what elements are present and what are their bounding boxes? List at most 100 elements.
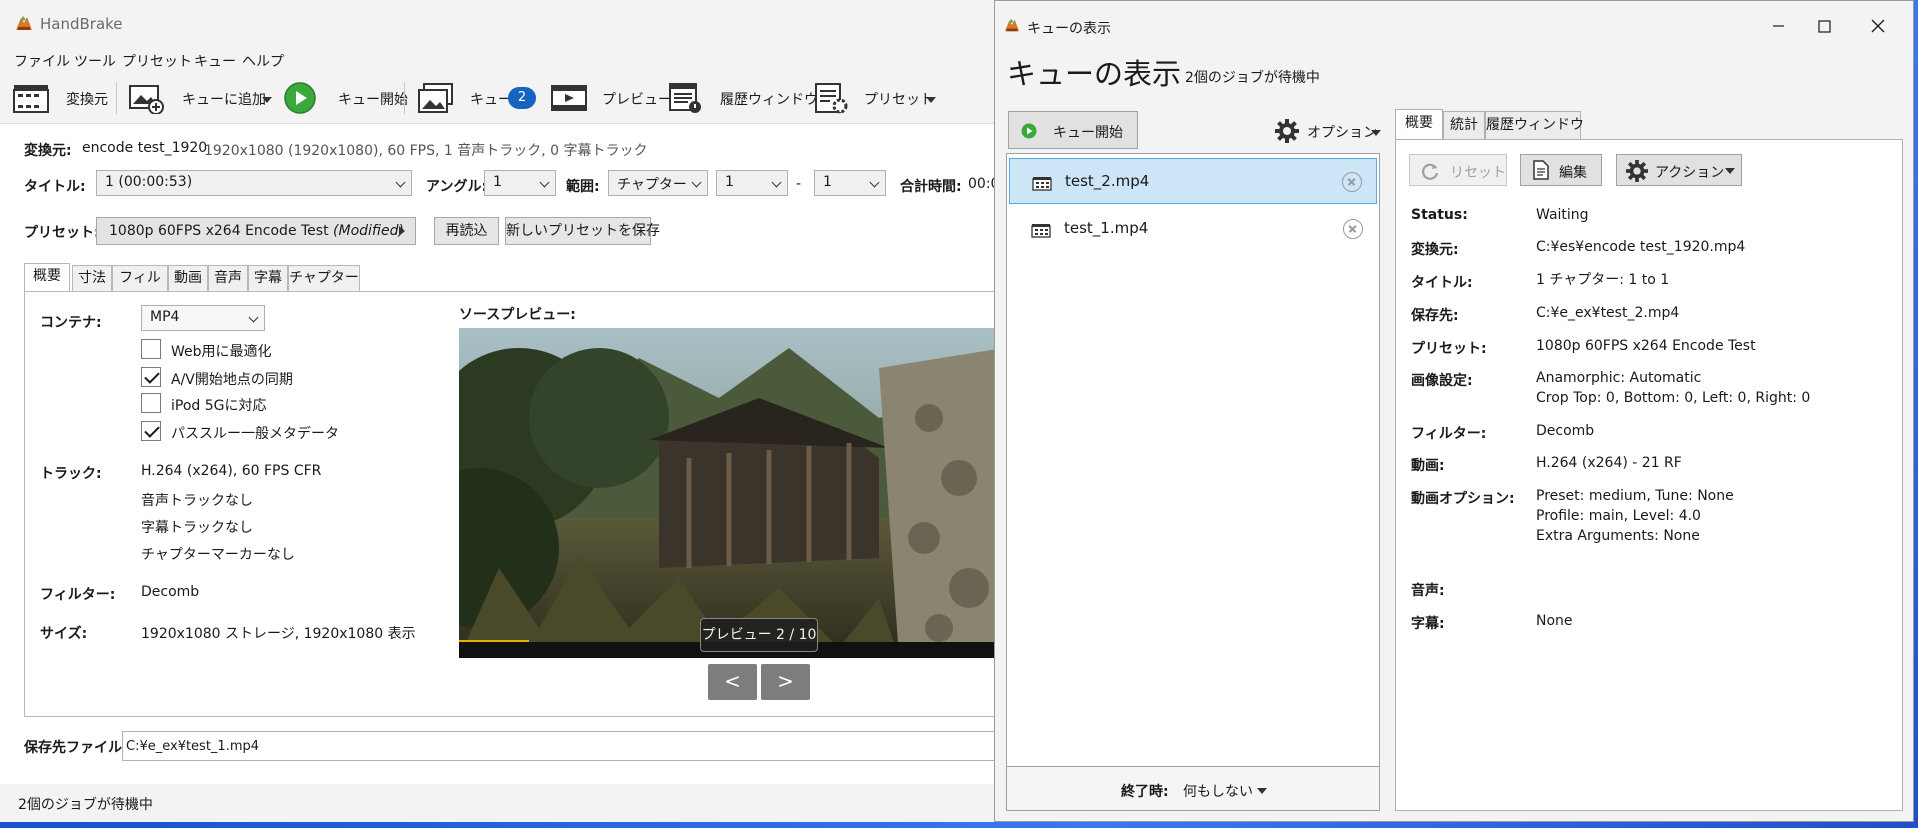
web-optimize-checkbox[interactable] — [141, 339, 161, 359]
when-done-select[interactable]: 何もしない — [1183, 777, 1273, 803]
maximize-icon[interactable] — [1801, 11, 1847, 41]
queue-start-label: キュー開始 — [1053, 125, 1123, 141]
detail-source-label: 変換元: — [1411, 242, 1459, 258]
destination-input[interactable]: C:¥e_ex¥test_1.mp4 — [122, 731, 999, 761]
preview-prev-button[interactable]: < — [708, 664, 757, 700]
range-field-label: 範囲: — [566, 179, 600, 195]
tab-queue-statistics[interactable]: 統計 — [1443, 111, 1485, 139]
queue-window: キューの表示 キューの表示 2個のジョブが待機中 キュー開始 オプション tes… — [994, 0, 1914, 822]
ipod-5g-checkbox[interactable] — [141, 393, 161, 413]
filters-field-label: フィルター: — [40, 587, 116, 603]
tab-video[interactable]: 動画 — [168, 265, 208, 291]
chevron-down-icon — [926, 97, 936, 103]
chevron-down-icon — [1371, 130, 1381, 136]
queue-job-details: リセット 編集 アクション Status: Waiting 変換元: C:¥es… — [1395, 139, 1903, 811]
history-log-icon — [669, 83, 701, 113]
chevron-down-icon — [691, 177, 702, 188]
range-dash: - — [796, 176, 802, 192]
queue-start-button[interactable]: キュー開始 — [1008, 111, 1138, 149]
document-icon — [1533, 160, 1549, 180]
menu-file[interactable]: ファイル — [14, 51, 70, 71]
menu-tools[interactable]: ツール — [74, 51, 116, 71]
preset-menu-label: プリセット — [864, 92, 934, 108]
tab-chapters[interactable]: チャプター — [288, 265, 360, 291]
main-menubar: ファイル ツール プリセット キュー ヘルプ — [0, 46, 999, 72]
tab-dimensions[interactable]: 寸法 — [72, 265, 112, 291]
edit-job-button[interactable]: 編集 — [1520, 154, 1602, 186]
remove-job-icon[interactable] — [1343, 219, 1363, 239]
angle-select[interactable]: 1 — [484, 170, 556, 196]
gear-icon — [1626, 160, 1648, 182]
range-start-select[interactable]: 1 — [716, 170, 788, 196]
tab-filters[interactable]: フィルタ — [112, 265, 168, 310]
play-icon — [284, 82, 316, 114]
menu-queue[interactable]: キュー — [194, 51, 236, 71]
av-sync-checkbox[interactable] — [141, 367, 161, 387]
queue-subheading: 2個のジョブが待機中 — [1185, 70, 1320, 86]
title-select-value: 1 (00:00:53) — [105, 174, 193, 190]
size-value: 1920x1080 ストレージ, 1920x1080 表示 — [141, 626, 416, 642]
main-statusbar: 2個のジョブが待機中 — [0, 784, 999, 822]
film-clapper-icon — [13, 85, 49, 113]
reset-job-label: リセット — [1450, 165, 1506, 181]
track-video: H.264 (x264), 60 FPS CFR — [141, 463, 322, 479]
handbrake-logo-icon — [16, 16, 32, 30]
detail-video-label: 動画: — [1411, 458, 1445, 474]
close-icon[interactable] — [1855, 11, 1901, 41]
range-type-select[interactable]: チャプター — [608, 170, 708, 196]
main-window-title: HandBrake — [40, 15, 123, 33]
detail-filters-label: フィルター: — [1411, 426, 1487, 442]
tab-queue-history[interactable]: 履歴ウィンドウ — [1485, 111, 1584, 139]
queue-options-menu[interactable]: オプション — [1275, 119, 1383, 143]
save-new-preset-button[interactable]: 新しいプリセットを保存 — [505, 217, 660, 245]
detail-subtitle-value: None — [1536, 613, 1573, 629]
detail-picture-label: 画像設定: — [1411, 373, 1473, 389]
job-actions-label: アクション — [1655, 165, 1725, 181]
minimize-icon[interactable] — [1755, 11, 1801, 41]
detail-subtitle-label: 字幕: — [1411, 616, 1445, 632]
handbrake-logo-icon — [1004, 18, 1020, 32]
remove-job-icon[interactable] — [1342, 172, 1362, 192]
menu-presets[interactable]: プリセット — [122, 51, 192, 71]
reload-preset-button[interactable]: 再読込 — [434, 217, 499, 245]
title-field-label: タイトル: — [24, 179, 86, 195]
queue-when-done: 終了時: 何もしない — [1007, 766, 1379, 810]
preset-select[interactable]: 1080p 60FPS x264 Encode Test (Modified) — [96, 217, 416, 245]
container-select[interactable]: MP4 — [141, 305, 265, 331]
queue-job-item[interactable]: test_2.mp4 — [1009, 158, 1377, 204]
menu-help[interactable]: ヘルプ — [242, 51, 284, 71]
ipod-5g-label: iPod 5Gに対応 — [171, 398, 267, 414]
detail-status-label: Status: — [1411, 207, 1468, 223]
job-actions-button[interactable]: アクション — [1616, 154, 1742, 186]
range-type-value: チャプター — [617, 177, 687, 193]
title-select[interactable]: 1 (00:00:53) — [96, 170, 412, 196]
queue-images-icon — [418, 83, 453, 113]
history-window-label: 履歴ウィンドウ — [720, 92, 818, 108]
tab-subtitles[interactable]: 字幕 — [248, 265, 288, 291]
add-image-icon — [129, 85, 164, 114]
detail-preset-label: プリセット: — [1411, 341, 1487, 357]
preset-settings-icon — [815, 83, 848, 114]
chevron-down-icon — [771, 177, 782, 188]
tab-summary[interactable]: 概要 — [24, 263, 70, 291]
detail-preset-value: 1080p 60FPS x264 Encode Test — [1536, 338, 1756, 354]
reset-job-button[interactable]: リセット — [1409, 154, 1507, 186]
preview-next-button[interactable]: > — [761, 664, 810, 700]
chevron-down-icon — [395, 177, 406, 188]
tab-audio[interactable]: 音声 — [208, 265, 248, 291]
tab-queue-summary[interactable]: 概要 — [1395, 109, 1443, 139]
detail-audio-label: 音声: — [1411, 583, 1445, 599]
passthru-metadata-checkbox[interactable] — [141, 421, 161, 441]
detail-picture-value-1: Anamorphic: Automatic — [1536, 370, 1702, 386]
range-end-select[interactable]: 1 — [814, 170, 886, 196]
queue-count-badge: 2 — [508, 87, 536, 109]
detail-video-options-2: Profile: main, Level: 4.0 — [1536, 508, 1701, 524]
source-preview-image — [459, 328, 999, 658]
queue-label: キュー — [470, 92, 512, 108]
passthru-metadata-label: パススルー一般メタデータ — [171, 426, 339, 442]
forest-scene-image — [459, 328, 999, 658]
film-clapper-icon — [1032, 177, 1052, 191]
queue-job-name: test_1.mp4 — [1064, 219, 1149, 237]
angle-select-value: 1 — [493, 174, 502, 190]
queue-job-item[interactable]: test_1.mp4 — [1009, 206, 1377, 252]
